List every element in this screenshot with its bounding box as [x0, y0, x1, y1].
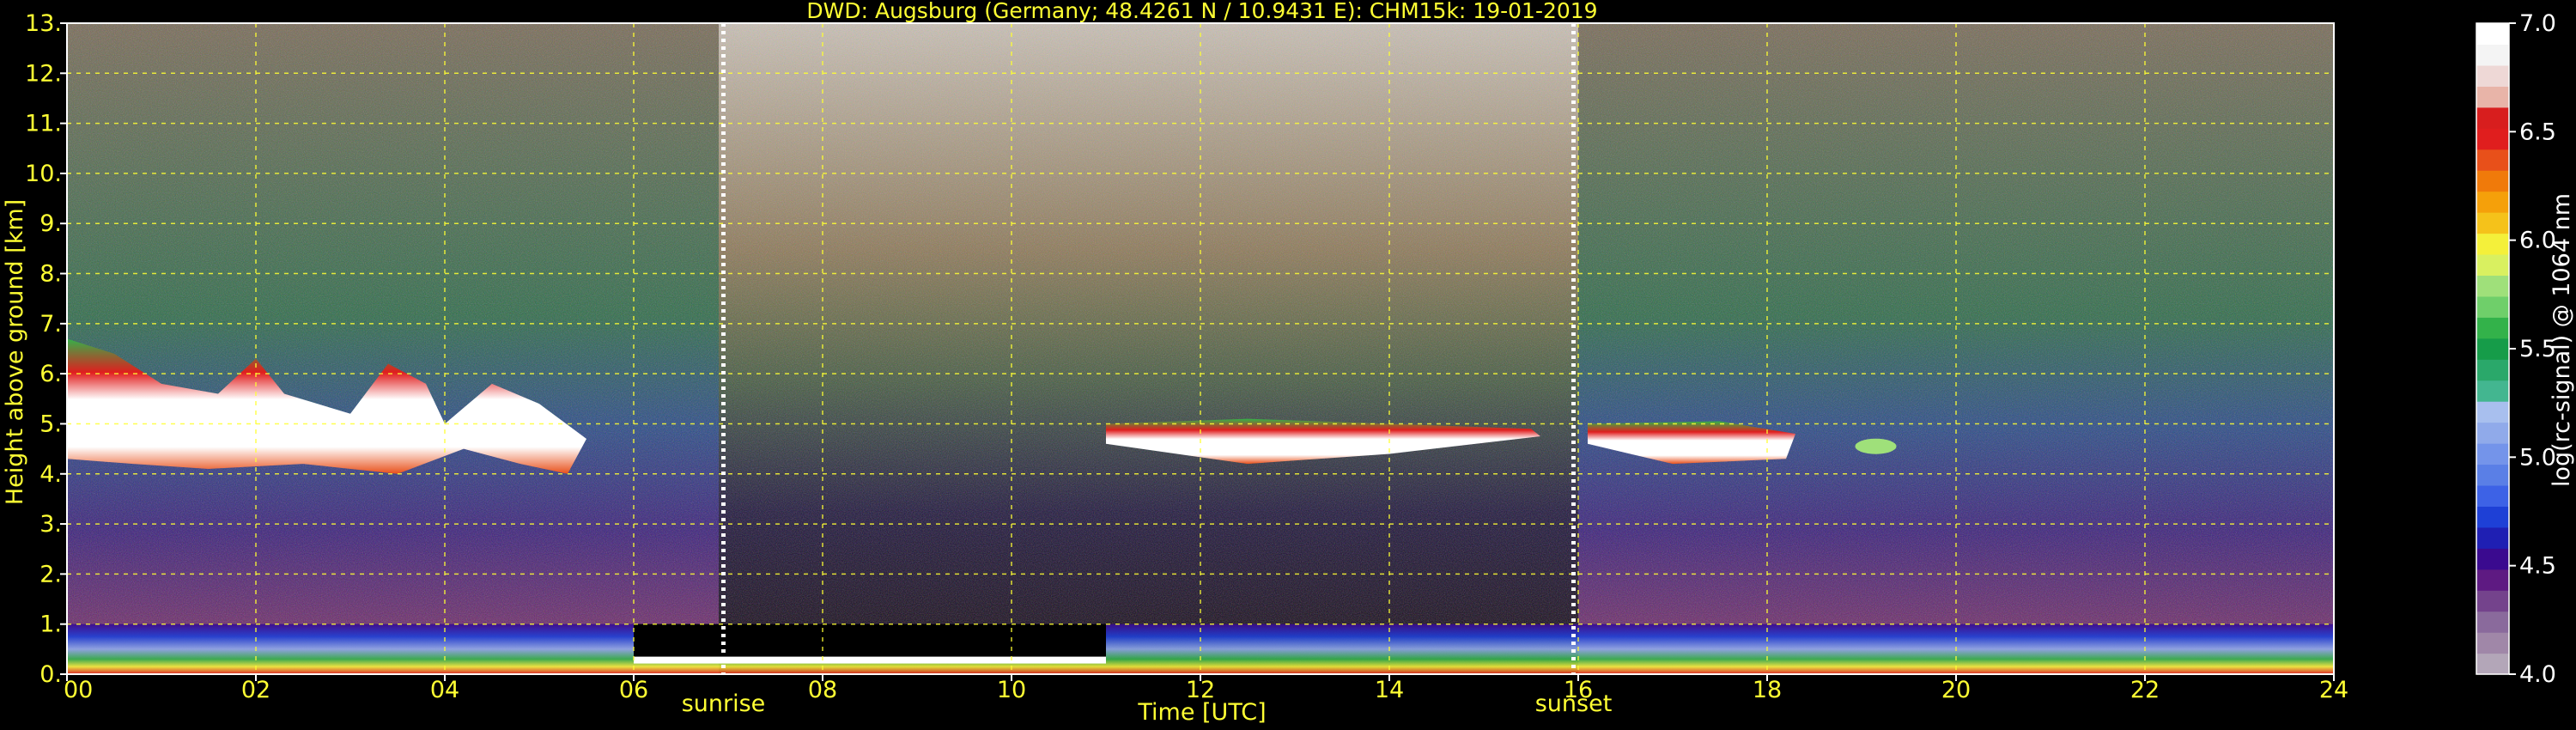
- colorbar-segment: [2476, 401, 2509, 423]
- cloud-small: [1855, 438, 1897, 454]
- colorbar-segment: [2476, 548, 2509, 570]
- y-tick-label: 3.: [39, 511, 62, 538]
- colorbar-label: log(rc-signal) @ 1064 nm: [2549, 193, 2575, 487]
- y-tick-label: 0.: [39, 661, 62, 688]
- colorbar-segment: [2476, 338, 2509, 360]
- x-tick-label: 08: [808, 677, 837, 703]
- colorbar-segment: [2476, 526, 2509, 549]
- colorbar-segment: [2476, 191, 2509, 213]
- chart-title: DWD: Augsburg (Germany; 48.4261 N / 10.9…: [806, 0, 1597, 23]
- colorbar-tick-label: 4.5: [2519, 553, 2556, 580]
- y-tick-label: 8.: [39, 261, 62, 288]
- x-tick-label: 22: [2130, 677, 2160, 703]
- colorbar-segment: [2476, 317, 2509, 339]
- colorbar-segment: [2476, 170, 2509, 192]
- x-tick-label: 02: [241, 677, 270, 703]
- y-tick-label: 10.: [25, 161, 62, 187]
- colorbar-segment: [2476, 106, 2509, 129]
- x-tick-label: 24: [2319, 677, 2348, 703]
- colorbar-segment: [2476, 590, 2509, 612]
- y-tick-label: 4.: [39, 461, 62, 488]
- x-axis-label: Time [UTC]: [1137, 699, 1266, 726]
- x-tick-label: 14: [1375, 677, 1404, 703]
- colorbar-segment: [2476, 149, 2509, 171]
- colorbar-segment: [2476, 295, 2509, 318]
- colorbar-segment: [2476, 275, 2509, 297]
- colorbar-segment: [2476, 253, 2509, 277]
- colorbar-segment: [2476, 128, 2509, 150]
- daytime-black-band: [634, 624, 1106, 662]
- colorbar-segment: [2476, 653, 2509, 675]
- x-tick-label: 04: [430, 677, 459, 703]
- ceilometer-chart: sunrise sunset 00 02 04 06 08 10 12 14 16 18 20 22 24…: [2, 0, 2575, 726]
- colorbar-segment: [2476, 611, 2509, 633]
- y-tick-label: 12.: [25, 60, 62, 87]
- colorbar-segment: [2476, 86, 2509, 108]
- colorbar-tick-label: 6.5: [2519, 119, 2556, 145]
- colorbar-segment: [2476, 569, 2509, 591]
- colorbar-segment: [2476, 422, 2509, 444]
- colorbar-tick-label: 4.0: [2519, 661, 2556, 688]
- colorbar-segment: [2476, 359, 2509, 381]
- y-tick-label: 11.: [25, 111, 62, 137]
- x-tick-label: 10: [997, 677, 1026, 703]
- colorbar: 4.04.55.05.56.06.57.0: [2476, 10, 2556, 688]
- colorbar-segment: [2476, 212, 2509, 234]
- y-tick-label: 1.: [39, 611, 62, 638]
- colorbar-segment: [2476, 506, 2509, 528]
- colorbar-segment: [2476, 64, 2509, 87]
- event-label-sunrise: sunrise: [682, 690, 766, 717]
- colorbar-segment: [2476, 44, 2509, 66]
- colorbar-segment: [2476, 632, 2509, 654]
- x-tick-label: 00: [64, 677, 93, 703]
- y-tick-label: 13.: [25, 10, 62, 37]
- surface-layer-line: [634, 656, 1106, 664]
- colorbar-segment: [2476, 380, 2509, 402]
- colorbar-segment: [2476, 464, 2509, 486]
- y-tick-label: 6.: [39, 361, 62, 387]
- colorbar-segment: [2476, 233, 2509, 255]
- x-tick-label: 18: [1753, 677, 1782, 703]
- colorbar-segment: [2476, 23, 2509, 46]
- y-axis-label: Height above ground [km]: [2, 199, 28, 505]
- colorbar-segment: [2476, 484, 2509, 507]
- y-tick-label: 5.: [39, 411, 62, 437]
- y-tick-label: 9.: [39, 210, 62, 237]
- colorbar-tick-label: 7.0: [2519, 10, 2556, 37]
- y-tick-label: 7.: [39, 311, 62, 338]
- colorbar-segment: [2476, 443, 2509, 465]
- x-tick-label: 16: [1564, 677, 1593, 703]
- y-tick-label: 2.: [39, 561, 62, 587]
- x-tick-label: 06: [619, 677, 648, 703]
- x-tick-label: 20: [1941, 677, 1971, 703]
